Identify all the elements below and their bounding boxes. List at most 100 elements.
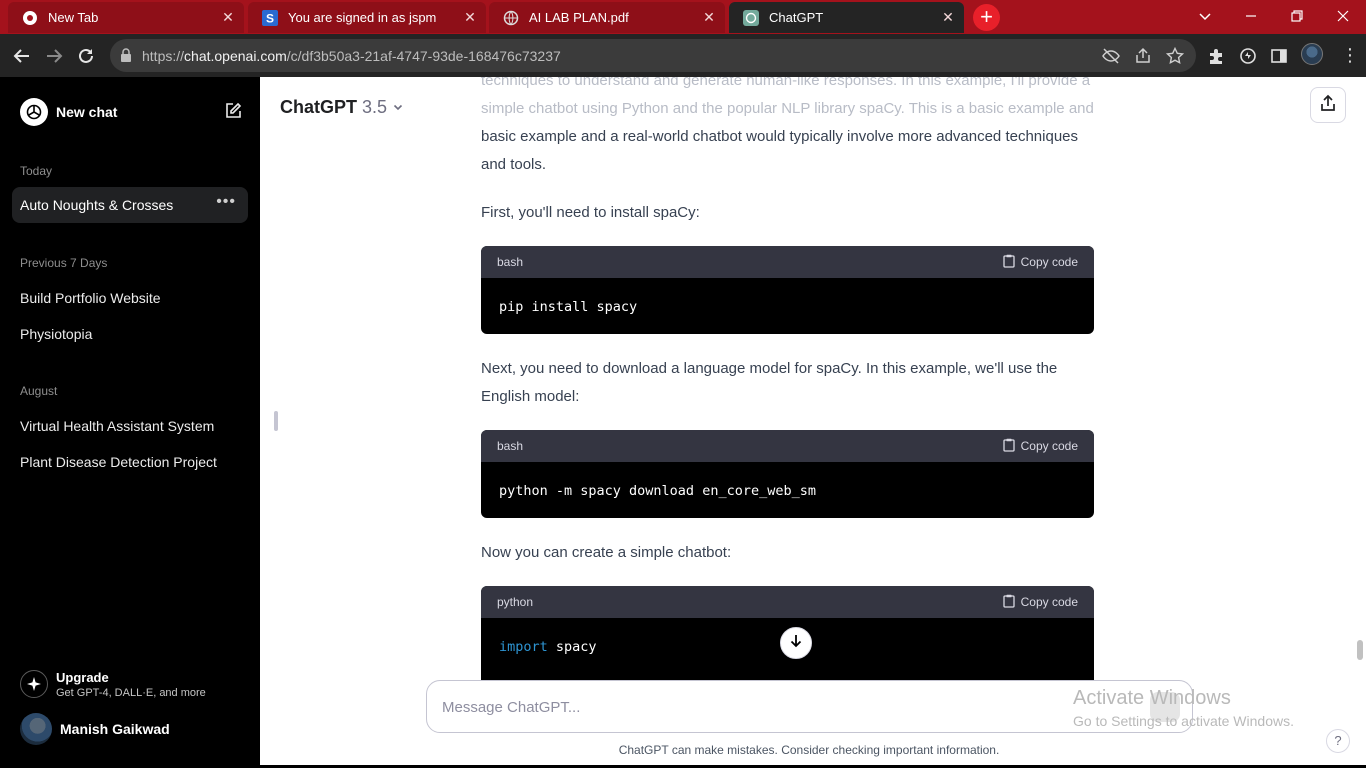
tab-title: New Tab [48,10,99,25]
close-icon[interactable]: ✕ [940,9,956,26]
openai-icon [743,9,759,26]
message-input[interactable] [442,694,1122,720]
bookmark-star-icon[interactable] [1165,46,1185,66]
sidebar-collapse-handle[interactable] [274,411,278,431]
clipboard-icon [1002,594,1015,611]
sync-icon[interactable] [1237,45,1259,67]
code-language: bash [497,439,524,453]
watermark-subtitle: Go to Settings to activate Windows. [1073,713,1294,729]
code-keyword: import [499,639,548,655]
close-icon[interactable]: ✕ [462,9,478,26]
eye-off-icon[interactable] [1101,46,1121,66]
restore-icon[interactable] [1274,0,1320,32]
share-chat-button[interactable] [1310,87,1346,123]
extensions-puzzle-icon[interactable] [1205,45,1227,67]
side-panel-icon[interactable] [1268,45,1290,67]
code-block: bash Copy code pip install spacy [481,246,1094,334]
message-paragraph: Now you can create a simple chatbot: [481,544,732,561]
chevron-down-icon [392,97,404,117]
profile-avatar[interactable] [1301,43,1323,65]
address-bar[interactable]: https://chat.openai.com/c/df3b50a3-21af-… [110,39,1196,72]
history-item[interactable]: Physiotopia [20,326,92,342]
close-icon[interactable]: ✕ [701,9,717,26]
globe-icon [503,10,519,26]
tab-chatgpt[interactable]: ChatGPT ✕ [729,2,964,33]
code-language: bash [497,255,524,269]
lock-icon [120,48,132,67]
copy-code-label: Copy code [1020,255,1078,269]
history-section-august: August [20,384,58,398]
close-icon[interactable]: ✕ [220,9,236,26]
model-name: ChatGPT [280,97,358,117]
code-block-header: python Copy code [481,586,1094,618]
forward-arrow-icon[interactable] [40,42,68,70]
url-text: https://chat.openai.com/c/df3b50a3-21af-… [142,48,561,64]
code-block-header: bash Copy code [481,246,1094,278]
clipboard-icon [1002,254,1015,271]
message-paragraph: First, you'll need to install spaCy: [481,204,700,221]
arrow-down-icon [789,634,803,653]
tab-ai-lab-plan[interactable]: AI LAB PLAN.pdf ✕ [489,2,725,33]
history-item[interactable]: Build Portfolio Website [20,290,161,306]
history-section-previous-7-days: Previous 7 Days [20,256,108,270]
more-options-icon[interactable]: ••• [216,193,236,211]
tab-search-chevron-icon[interactable] [1182,0,1228,32]
code-text: spacy [547,639,597,655]
message-paragraph-faded: techniques to understand and generate hu… [481,77,1094,117]
tab-signed-in[interactable]: S You are signed in as jspm ✕ [248,2,486,33]
user-name: Manish Gaikwad [60,721,170,737]
svg-text:S: S [266,11,274,25]
s-favicon: S [262,9,278,26]
scrollbar-thumb[interactable] [1357,640,1363,660]
browser-menu-icon[interactable]: ⋮ [1341,46,1359,64]
history-item-active[interactable]: Auto Noughts & Crosses ••• [12,187,248,223]
code-content: python -m spacy download en_core_web_sm [499,483,816,499]
share-page-icon[interactable] [1133,46,1153,66]
copy-code-label: Copy code [1020,439,1078,453]
activate-windows-watermark: Activate Windows Go to Settings to activ… [1073,687,1294,729]
history-item[interactable]: Virtual Health Assistant System [20,418,214,434]
sidebar: New chat Today Auto Noughts & Crosses ••… [0,77,260,768]
history-item-label: Auto Noughts & Crosses [20,197,174,213]
upgrade-title: Upgrade [56,669,109,685]
watermark-title: Activate Windows [1073,687,1231,709]
help-button[interactable]: ? [1326,729,1350,753]
message-paragraph: basic example and a real-world chatbot w… [481,128,1078,173]
upgrade-subtitle: Get GPT-4, DALL·E, and more [56,686,206,699]
copy-code-button[interactable]: Copy code [1002,254,1078,271]
disclaimer-text: ChatGPT can make mistakes. Consider chec… [618,743,1000,757]
model-version: 3.5 [362,97,388,117]
model-selector[interactable]: ChatGPT 3.5 [280,97,404,118]
copy-code-button[interactable]: Copy code [1002,594,1078,611]
sparkle-icon [20,670,48,698]
compose-edit-icon[interactable] [224,102,242,125]
reload-icon[interactable] [72,42,100,70]
tab-title: You are signed in as jspm [288,10,437,25]
user-menu[interactable]: Manish Gaikwad [20,713,170,745]
code-block: bash Copy code python -m spacy download … [481,430,1094,518]
upgrade-plan-button[interactable]: Upgrade Get GPT-4, DALL·E, and more [20,667,206,701]
back-arrow-icon[interactable] [8,42,36,70]
tab-title: AI LAB PLAN.pdf [529,10,629,25]
history-section-today: Today [20,164,53,178]
scroll-to-bottom-button[interactable] [780,627,812,659]
tab-new-tab[interactable]: New Tab ✕ [8,2,244,33]
copy-code-button[interactable]: Copy code [1002,438,1078,455]
code-language: python [497,595,534,609]
tab-strip: New Tab ✕ S You are signed in as jspm ✕ … [0,0,1366,34]
copy-code-label: Copy code [1020,595,1078,609]
share-icon [1319,94,1337,117]
tab-title: ChatGPT [769,10,824,25]
new-tab-button[interactable]: + [973,4,1000,31]
history-item[interactable]: Plant Disease Detection Project [20,454,217,470]
browser-toolbar: https://chat.openai.com/c/df3b50a3-21af-… [0,34,1366,77]
new-chat-label: New chat [56,104,118,120]
new-chat-button[interactable]: New chat [12,93,248,131]
message-paragraph: Next, you need to download a language mo… [481,360,1058,405]
avatar [20,713,52,745]
window-close-icon[interactable] [1320,0,1366,32]
minimize-icon[interactable] [1228,0,1274,32]
chrome-icon [22,10,38,26]
chat-main: ChatGPT 3.5 techniques to understand and… [260,77,1366,768]
code-block-header: bash Copy code [481,430,1094,462]
